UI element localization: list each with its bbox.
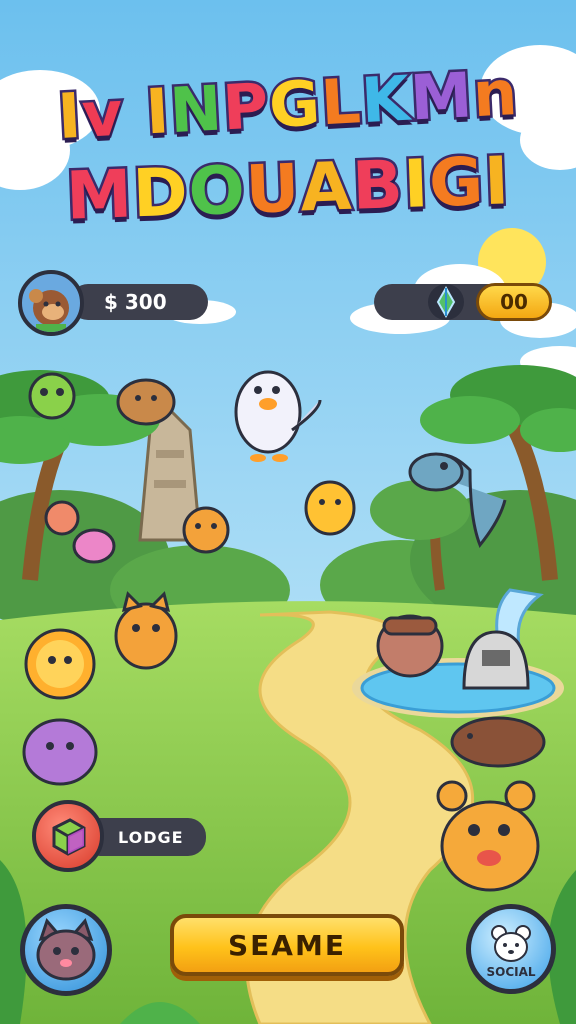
yellow-lion-creature[interactable]: [24, 628, 96, 700]
brown-seal-creature[interactable]: [450, 716, 546, 768]
helmet-bull-creature[interactable]: [376, 614, 444, 678]
title-line-1-letter: M: [406, 56, 477, 137]
title-line-1-letter: N: [166, 69, 228, 150]
title-line-2-letter: M: [62, 153, 136, 237]
social-button[interactable]: SOCIAL: [466, 904, 556, 994]
title-line-1-letter: P: [218, 67, 273, 147]
brown-bean-creature[interactable]: [116, 378, 176, 426]
title-line-1-letter: L: [317, 62, 366, 142]
play-button[interactable]: SEAME: [170, 914, 404, 976]
game-screen: Iv INPGLKMn MDOUABIGI $ 300 00 LODGE SEA…: [0, 0, 576, 1024]
cat-face-icon: [36, 918, 96, 981]
title-line-2-letter: U: [242, 147, 304, 231]
title-line-2-letter: A: [296, 145, 356, 229]
social-label: SOCIAL: [486, 965, 536, 979]
cube-icon: [52, 818, 86, 856]
coin-counter: $ 300: [70, 284, 208, 320]
play-button-label: SEAME: [228, 928, 346, 962]
lodge-button[interactable]: [32, 800, 104, 872]
profile-avatar-button[interactable]: [18, 270, 84, 336]
title-line-2-letter: G: [425, 141, 488, 225]
title-line-2-letter: D: [129, 151, 192, 235]
purple-hamster-creature[interactable]: [22, 718, 98, 786]
title-line-1-letter: v: [78, 74, 128, 154]
title-line-1-letter: G: [265, 64, 326, 145]
lodge-label-text: LODGE: [118, 827, 184, 847]
orange-fox-creature[interactable]: [114, 591, 178, 670]
title-line-2-letter: I: [480, 140, 513, 223]
pet-menu-button[interactable]: [20, 904, 112, 996]
green-blob-creature[interactable]: [28, 372, 76, 420]
gem-value: 00: [476, 283, 552, 321]
coin-value: $ 300: [104, 290, 167, 314]
title-line-2-letter: I: [400, 143, 433, 226]
title-line-1-letter: n: [469, 53, 523, 133]
orange-cat-small-creature[interactable]: [182, 506, 230, 554]
yellow-chick-creature[interactable]: [304, 480, 356, 536]
title-line-2-letter: O: [185, 149, 250, 233]
title-line-2-letter: B: [348, 143, 407, 227]
gem-icon: [426, 282, 466, 322]
title-line-1-letter: K: [357, 59, 415, 139]
monkey-avatar-icon: [29, 289, 69, 332]
